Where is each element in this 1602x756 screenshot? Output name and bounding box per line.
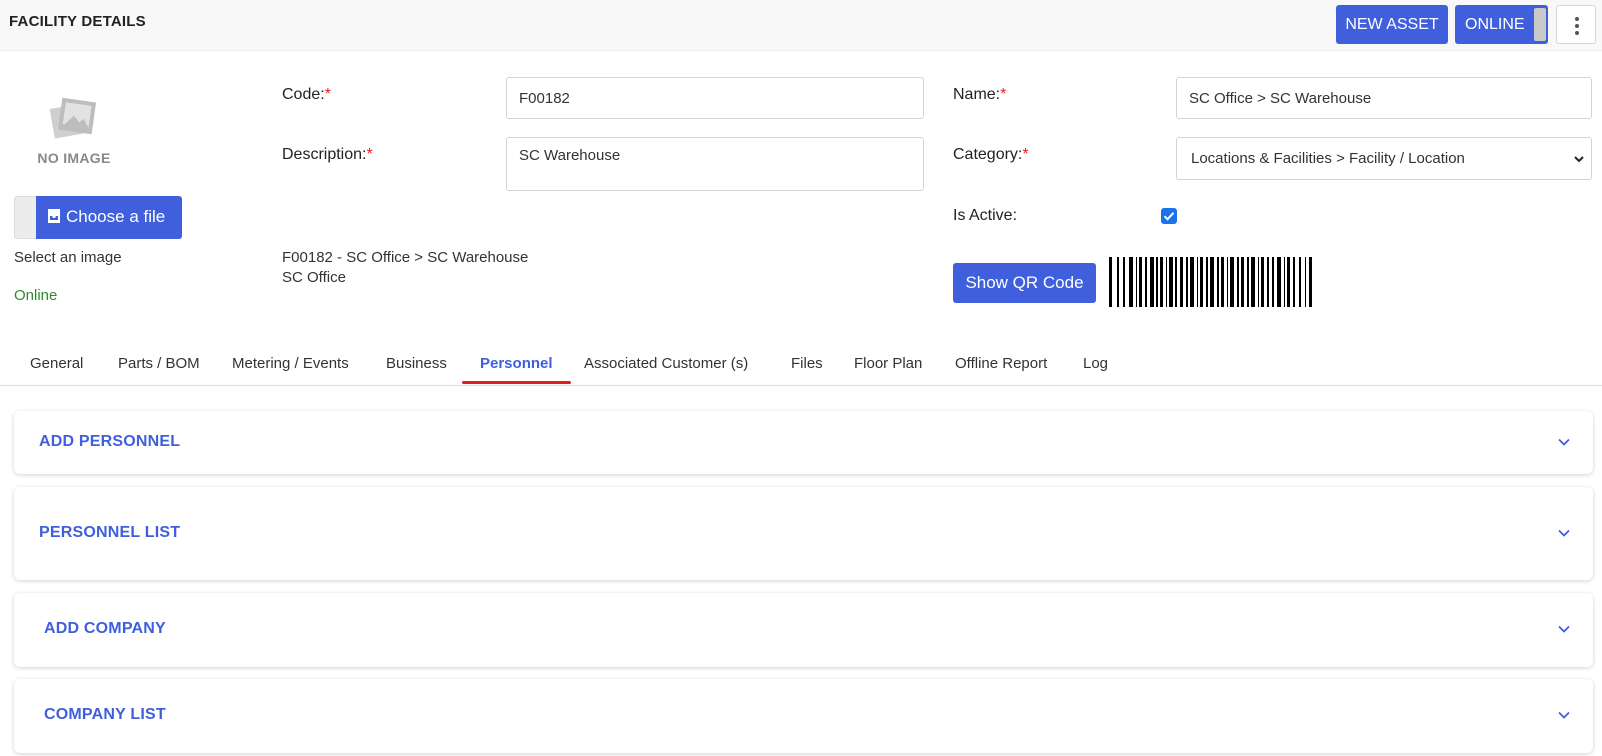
- add-personnel-panel[interactable]: ADD PERSONNEL: [14, 411, 1593, 474]
- tab-bar: General Parts / BOM Metering / Events Bu…: [0, 340, 1602, 386]
- file-input-stub[interactable]: [14, 196, 36, 239]
- panel-title: COMPANY LIST: [44, 706, 166, 723]
- tab-log[interactable]: Log: [1083, 355, 1108, 372]
- tab-offline-report[interactable]: Offline Report: [955, 355, 1047, 372]
- code-input[interactable]: [506, 77, 924, 119]
- required-mark: *: [366, 146, 373, 163]
- select-image-text: Select an image: [14, 249, 122, 266]
- tab-metering-events[interactable]: Metering / Events: [232, 355, 349, 372]
- inbox-upload-icon: [46, 208, 62, 229]
- panel-title: PERSONNEL LIST: [39, 524, 181, 541]
- panel-title: ADD COMPANY: [44, 620, 166, 637]
- code-label: Code:*: [282, 86, 331, 103]
- tab-associated-customers[interactable]: Associated Customer (s): [584, 355, 748, 372]
- panel-title: ADD PERSONNEL: [39, 433, 181, 450]
- tab-floor-plan[interactable]: Floor Plan: [854, 355, 922, 372]
- tab-parts-bom[interactable]: Parts / BOM: [118, 355, 200, 372]
- personnel-list-panel[interactable]: PERSONNEL LIST: [14, 487, 1593, 580]
- toggle-knob: [1534, 8, 1546, 41]
- status-text: Online: [14, 287, 58, 304]
- tab-business[interactable]: Business: [386, 355, 447, 372]
- active-tab-indicator: [462, 381, 571, 384]
- caret-down-icon: [1573, 151, 1585, 171]
- page-header: FACILITY DETAILS NEW ASSET ONLINE: [0, 0, 1602, 51]
- name-label: Name:*: [953, 86, 1007, 103]
- category-selected-value: Locations & Facilities > Facility / Loca…: [1191, 150, 1465, 167]
- tab-general[interactable]: General: [30, 355, 83, 372]
- tab-personnel[interactable]: Personnel: [480, 355, 553, 372]
- is-active-label: Is Active:: [953, 207, 1018, 224]
- new-asset-button[interactable]: NEW ASSET: [1336, 5, 1448, 44]
- is-active-checkbox[interactable]: [1161, 208, 1177, 224]
- online-toggle-label: ONLINE: [1465, 15, 1525, 33]
- tab-files[interactable]: Files: [791, 355, 823, 372]
- choose-file-label: Choose a file: [66, 206, 166, 226]
- online-toggle-button[interactable]: ONLINE: [1455, 5, 1548, 44]
- check-icon: [1163, 212, 1175, 221]
- show-qr-code-button[interactable]: Show QR Code: [953, 263, 1096, 303]
- category-label: Category:*: [953, 146, 1029, 163]
- name-input[interactable]: [1176, 77, 1592, 119]
- barcode-image: [1109, 257, 1312, 307]
- description-textarea[interactable]: SC Warehouse: [506, 137, 924, 191]
- more-options-button[interactable]: [1556, 5, 1596, 44]
- required-mark: *: [324, 86, 331, 103]
- no-image-label: NO IMAGE: [37, 150, 111, 166]
- chevron-down-icon: [1557, 435, 1571, 453]
- company-list-panel[interactable]: COMPANY LIST: [14, 679, 1593, 753]
- required-mark: *: [1022, 146, 1029, 163]
- description-label: Description:*: [282, 146, 373, 163]
- category-select[interactable]: Locations & Facilities > Facility / Loca…: [1176, 137, 1592, 180]
- chevron-down-icon: [1557, 708, 1571, 726]
- required-mark: *: [1000, 86, 1007, 103]
- asset-summary-line2: SC Office: [282, 269, 346, 286]
- add-company-panel[interactable]: ADD COMPANY: [14, 593, 1593, 667]
- asset-summary-line1: F00182 - SC Office > SC Warehouse: [282, 249, 529, 266]
- choose-file-button[interactable]: Choose a file: [36, 196, 182, 239]
- chevron-down-icon: [1557, 622, 1571, 640]
- page-title: FACILITY DETAILS: [9, 13, 146, 30]
- chevron-down-icon: [1557, 526, 1571, 544]
